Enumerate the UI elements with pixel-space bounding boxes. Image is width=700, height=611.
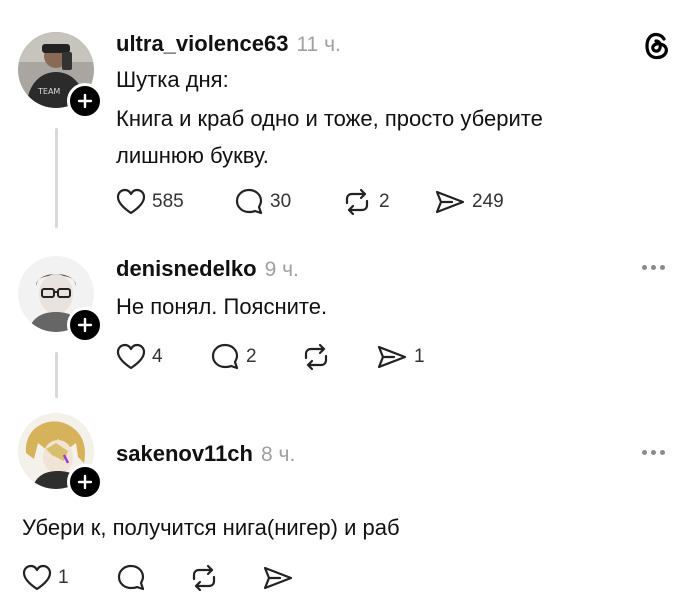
repost-button[interactable]	[188, 564, 226, 592]
follow-button[interactable]	[67, 83, 103, 119]
username[interactable]: denisnedelko 9 ч.	[116, 256, 299, 282]
follow-button[interactable]	[67, 307, 103, 343]
share-icon	[377, 345, 407, 369]
more-options-icon[interactable]	[642, 265, 665, 270]
svg-text:TEAM: TEAM	[37, 87, 60, 96]
share-button[interactable]: 249	[434, 188, 504, 216]
like-count: 585	[152, 191, 184, 212]
like-count: 1	[58, 567, 69, 588]
comment-icon	[211, 343, 239, 370]
repost-icon	[304, 343, 328, 371]
timestamp: 11 ч.	[296, 33, 341, 56]
share-icon	[435, 190, 465, 214]
repost-button[interactable]	[300, 343, 338, 371]
share-button[interactable]	[262, 564, 300, 592]
repost-count: 2	[379, 191, 390, 212]
comment-count: 2	[246, 346, 257, 367]
thread-line	[55, 128, 58, 228]
repost-icon	[192, 564, 216, 592]
thread-line	[55, 352, 58, 398]
comment-icon	[235, 188, 263, 215]
comment-button[interactable]	[116, 564, 152, 592]
share-count: 1	[414, 346, 425, 367]
like-count: 4	[152, 346, 163, 367]
heart-icon	[22, 564, 52, 591]
username[interactable]: sakenov11ch 8 ч.	[116, 441, 295, 467]
comment-count: 30	[270, 191, 292, 212]
share-count: 249	[472, 191, 504, 212]
post-text-line: Книга и краб одно и тоже, просто уберите	[116, 106, 543, 131]
username[interactable]: ultra_violence63 11 ч.	[116, 31, 341, 57]
timestamp: 9 ч.	[264, 258, 299, 281]
comment-icon	[117, 564, 145, 591]
post-text-line: Убери к, получится нига(нигер) и раб	[22, 515, 400, 540]
like-button[interactable]: 585	[116, 188, 184, 216]
threads-logo-icon[interactable]	[638, 28, 674, 64]
heart-icon	[116, 343, 146, 370]
like-button[interactable]: 4	[116, 343, 163, 371]
like-button[interactable]: 1	[22, 564, 69, 592]
repost-icon	[345, 188, 369, 216]
post-text-line: лишнюю букву.	[116, 143, 269, 168]
comment-button[interactable]: 2	[210, 343, 257, 371]
post-text-line: Не понял. Поясните.	[116, 294, 328, 319]
share-icon	[263, 566, 293, 590]
timestamp: 8 ч.	[260, 443, 296, 466]
repost-button[interactable]: 2	[341, 188, 390, 216]
follow-button[interactable]	[67, 464, 103, 500]
post-text-line: Шутка дня:	[116, 67, 229, 92]
share-button[interactable]: 1	[376, 343, 425, 371]
heart-icon	[116, 188, 146, 215]
comment-button[interactable]: 30	[234, 188, 291, 216]
more-options-icon[interactable]	[642, 450, 665, 455]
